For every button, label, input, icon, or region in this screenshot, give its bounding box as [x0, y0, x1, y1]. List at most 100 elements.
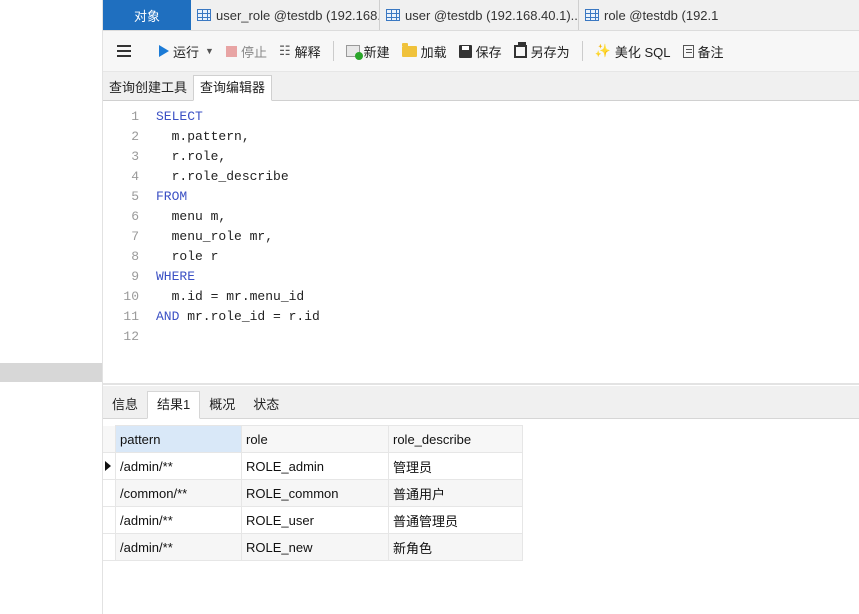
code-line: 10 m.id = mr.menu_id	[103, 287, 304, 307]
code-line: 7 menu_role mr,	[103, 227, 273, 247]
play-icon	[159, 45, 169, 57]
stop-label: 停止	[240, 44, 267, 60]
table-cell[interactable]: /common/**	[115, 479, 242, 507]
table-cell[interactable]: 普通管理员	[388, 506, 523, 534]
table-icon	[197, 9, 211, 21]
code-line: 1 SELECT	[103, 107, 203, 127]
code-line: 2 m.pattern,	[103, 127, 249, 147]
table-row[interactable]: /admin/** ROLE_user 普通管理员	[103, 506, 523, 534]
tab-label: user @testdb (192.168.40.1)...	[405, 7, 579, 23]
memo-button[interactable]: 备注	[677, 37, 730, 65]
column-header-pattern[interactable]: pattern	[115, 425, 242, 453]
tab-objects[interactable]: 对象	[103, 0, 191, 30]
line-number: 10	[123, 289, 139, 304]
explain-button[interactable]: ☷ 解释	[273, 37, 327, 65]
sql-text: role r	[156, 249, 219, 264]
tab-query-builder[interactable]: 查询创建工具	[103, 76, 193, 100]
new-label: 新建	[363, 44, 390, 60]
table-cell[interactable]: /admin/**	[115, 506, 242, 534]
code-line: 8 role r	[103, 247, 218, 267]
line-number: 12	[123, 329, 139, 344]
line-number: 3	[131, 149, 139, 164]
save-icon	[458, 44, 472, 58]
line-number: 8	[131, 249, 139, 264]
code-line: 11 AND mr.role_id = r.id	[103, 307, 319, 327]
code-line: 12	[103, 327, 156, 347]
memo-icon	[682, 44, 694, 58]
table-cell[interactable]: ROLE_user	[241, 506, 389, 534]
magic-wand-icon: ✨	[594, 43, 611, 58]
line-number: 1	[131, 109, 139, 124]
tab-user[interactable]: user @testdb (192.168.40.1)...	[380, 0, 579, 30]
sql-text: r.role,	[156, 149, 227, 164]
table-cell[interactable]: ROLE_common	[241, 479, 389, 507]
beautify-label: 美化 SQL	[614, 44, 671, 60]
load-label: 加载	[420, 44, 447, 60]
stop-button[interactable]: 停止	[220, 37, 273, 65]
sql-keyword: FROM	[156, 189, 188, 204]
row-indicator	[103, 506, 116, 534]
line-number: 6	[131, 209, 139, 224]
menu-icon[interactable]	[117, 45, 131, 57]
sql-editor[interactable]: 1 SELECT 2 m.pattern, 3 r.role, 4 r.role_…	[103, 101, 859, 383]
table-cell[interactable]: 普通用户	[388, 479, 523, 507]
folder-icon	[401, 42, 417, 57]
row-indicator	[103, 533, 116, 561]
save-as-button[interactable]: 另存为	[508, 37, 576, 65]
tab-result1[interactable]: 结果1	[147, 391, 201, 419]
table-cell[interactable]: /admin/**	[115, 452, 242, 480]
line-number: 5	[131, 189, 139, 204]
tab-query-editor[interactable]: 查询编辑器	[193, 75, 273, 101]
sql-text: m.id = mr.menu_id	[156, 289, 305, 304]
code-line: 3 r.role,	[103, 147, 226, 167]
table-row[interactable]: /admin/** ROLE_admin 管理员	[103, 452, 523, 480]
stop-icon	[225, 45, 237, 57]
tab-user-role[interactable]: user_role @testdb (192.168....	[191, 0, 380, 30]
column-header-role[interactable]: role	[241, 425, 389, 453]
tab-status[interactable]: 状态	[244, 392, 288, 418]
result-tabs: 信息 结果1 概况 状态	[103, 386, 859, 419]
tab-overview[interactable]: 概况	[200, 392, 244, 418]
sql-keyword: AND	[156, 309, 180, 324]
sql-text: menu m,	[156, 209, 227, 224]
grid-header-row: pattern role role_describe	[103, 425, 523, 453]
save-as-label: 另存为	[530, 44, 570, 60]
table-cell[interactable]: /admin/**	[115, 533, 242, 561]
line-number: 4	[131, 169, 139, 184]
sql-text: r.role_describe	[156, 169, 289, 184]
save-as-icon	[513, 41, 527, 58]
table-row[interactable]: /admin/** ROLE_new 新角色	[103, 533, 523, 561]
line-number: 7	[131, 229, 139, 244]
table-row[interactable]: /common/** ROLE_common 普通用户	[103, 479, 523, 507]
table-icon	[585, 9, 599, 21]
table-cell[interactable]: ROLE_new	[241, 533, 389, 561]
beautify-sql-button[interactable]: ✨ 美化 SQL	[589, 37, 677, 65]
new-query-button[interactable]: 新建	[340, 37, 396, 65]
current-row-arrow-icon	[105, 460, 111, 471]
result-grid: pattern role role_describe /admin/** ROL…	[103, 425, 523, 561]
column-header-role-describe[interactable]: role_describe	[388, 425, 523, 453]
left-panel	[0, 0, 103, 614]
chevron-down-icon[interactable]: ▼	[205, 46, 214, 56]
save-button[interactable]: 保存	[453, 37, 508, 65]
row-indicator	[103, 479, 116, 507]
line-number: 11	[123, 309, 139, 324]
sql-text: menu_role mr,	[156, 229, 274, 244]
query-toolbar: 运行 ▼ 停止 ☷ 解释 新建 加载 保存 另存为 ✨ 美化 SQL 备注	[103, 31, 859, 72]
table-icon	[386, 9, 400, 21]
sql-keyword: SELECT	[156, 109, 203, 124]
load-button[interactable]: 加载	[396, 37, 453, 65]
run-label: 运行	[173, 44, 200, 60]
query-mode-tabs: 查询创建工具 查询编辑器	[103, 72, 859, 101]
table-cell[interactable]: 新角色	[388, 533, 523, 561]
left-panel-selection-strip[interactable]	[0, 363, 103, 382]
run-button[interactable]: 运行 ▼	[153, 37, 220, 65]
memo-label: 备注	[697, 44, 724, 60]
tab-role[interactable]: role @testdb (192.1	[579, 0, 741, 30]
table-cell[interactable]: 管理员	[388, 452, 523, 480]
toolbar-separator	[332, 41, 334, 61]
tab-info[interactable]: 信息	[103, 392, 147, 418]
editor-results-splitter[interactable]	[103, 383, 859, 385]
row-indicator	[103, 425, 116, 453]
table-cell[interactable]: ROLE_admin	[241, 452, 389, 480]
